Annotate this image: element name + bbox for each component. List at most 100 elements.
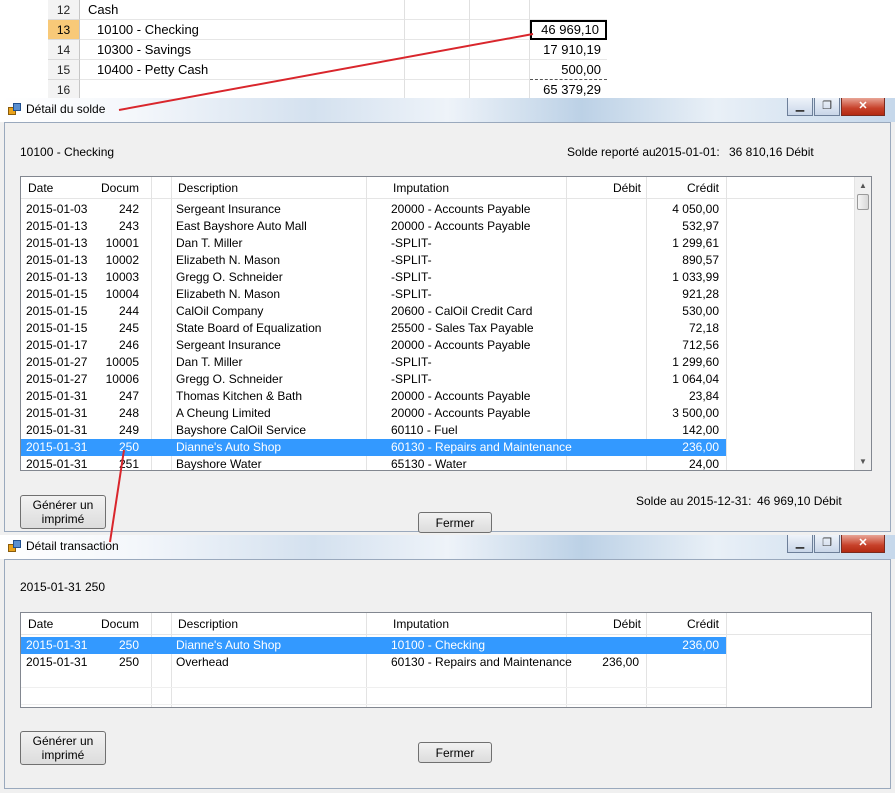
label-cell[interactable]: 10100 - Checking (80, 20, 405, 40)
row-header[interactable]: 16 (48, 80, 80, 100)
cell-doc: 10001 (105, 236, 139, 250)
cell-date: 2015-01-13 (26, 236, 88, 250)
title-bar[interactable]: Détail du solde ▁ ❐ ✕ (0, 98, 895, 122)
print-button[interactable]: Générer un imprimé (20, 495, 106, 529)
scroll-up-arrow-icon[interactable]: ▲ (855, 177, 871, 194)
sheet-row[interactable]: 13 10100 - Checking 46 969,10 (0, 20, 620, 40)
close-button[interactable]: Fermer (418, 742, 492, 763)
column-header-credit[interactable]: Crédit (651, 617, 719, 631)
cell-desc: Thomas Kitchen & Bath (176, 389, 303, 403)
cell-desc: Dan T. Miller (176, 236, 243, 250)
cell-date: 2015-01-15 (26, 304, 88, 318)
table-row[interactable]: 2015-01-15 245 State Board of Equalization… (21, 320, 726, 337)
value-cell[interactable]: 17 910,19 (530, 40, 607, 60)
label-cell[interactable] (80, 80, 405, 100)
cell-desc: Elizabeth N. Mason (176, 253, 281, 267)
close-window-button[interactable]: ✕ (841, 535, 885, 553)
column-header-doc[interactable]: Docum (91, 181, 139, 195)
column-header-debit[interactable]: Débit (581, 181, 641, 195)
table-row[interactable]: 2015-01-03 242 Sergeant Insurance 20000 - A… (21, 201, 726, 218)
scroll-down-arrow-icon[interactable]: ▼ (855, 453, 871, 470)
column-header-credit[interactable]: Crédit (651, 181, 719, 195)
table-row[interactable]: 2015-01-31 247 Thomas Kitchen & Bath 20000 … (21, 388, 726, 405)
empty-cell[interactable] (470, 20, 530, 40)
label-cell[interactable]: 10300 - Savings (80, 40, 405, 60)
value-cell[interactable]: 46 969,10 (530, 20, 607, 40)
cell-date: 2015-01-31 (26, 440, 88, 454)
value-cell[interactable] (530, 0, 607, 20)
empty-cell[interactable] (470, 40, 530, 60)
cell-doc: 250 (118, 440, 139, 454)
cell-desc: State Board of Equalization (176, 321, 322, 335)
column-header-date[interactable]: Date (28, 617, 53, 631)
title-bar[interactable]: Détail transaction ▁ ❐ ✕ (0, 535, 895, 559)
column-header-doc[interactable]: Docum (91, 617, 139, 631)
sheet-row[interactable]: 14 10300 - Savings 17 910,19 (0, 40, 620, 60)
grid-header: Date Docum Description Imputation Débit Crédi… (21, 613, 871, 635)
empty-cell[interactable] (405, 80, 470, 100)
column-header-desc[interactable]: Description (178, 181, 238, 195)
column-header-imput[interactable]: Imputation (393, 181, 449, 195)
empty-cell[interactable] (470, 80, 530, 100)
empty-cell[interactable] (405, 0, 470, 20)
cell-imput: 20000 - Accounts Payable (391, 389, 531, 403)
cell-date: 2015-01-31 (26, 638, 88, 652)
window-client: 2015-01-31 250 Date Docum Description Imput… (4, 559, 891, 789)
column-header-imput[interactable]: Imputation (393, 617, 449, 631)
window-client: 10100 - Checking Solde reporté au 2015-0… (4, 122, 891, 533)
column-header-desc[interactable]: Description (178, 617, 238, 631)
table-row[interactable]: 2015-01-17 246 Sergeant Insurance 20000 - A… (21, 337, 726, 354)
cell-doc: 250 (118, 638, 139, 652)
empty-cell[interactable] (470, 0, 530, 20)
sheet-row[interactable]: 16 65 379,29 (0, 80, 620, 100)
table-row[interactable]: 2015-01-13 10003 Gregg O. Schneider -SPLIT-… (21, 269, 726, 286)
transaction-detail-window: Détail transaction ▁ ❐ ✕ 2015-01-31 250 … (0, 535, 895, 793)
empty-cell[interactable] (470, 60, 530, 80)
row-header[interactable]: 14 (48, 40, 80, 60)
cell-imput: 60130 - Repairs and Maintenance (391, 440, 572, 454)
row-header[interactable]: 15 (48, 60, 80, 80)
close-button[interactable]: Fermer (418, 512, 492, 533)
transaction-lines-grid[interactable]: Date Docum Description Imputation Débit Crédi… (20, 612, 872, 708)
sheet-row[interactable]: 12 Cash (0, 0, 620, 20)
row-header[interactable]: 13 (48, 20, 80, 40)
close-window-button[interactable]: ✕ (841, 98, 885, 116)
print-button[interactable]: Générer un imprimé (20, 731, 106, 765)
minimize-button[interactable]: ▁ (787, 98, 813, 116)
label-cell[interactable]: 10400 - Petty Cash (80, 60, 405, 80)
table-row[interactable]: 2015-01-15 244 CalOil Company 20600 - CalOi… (21, 303, 726, 320)
table-row[interactable]: 2015-01-31 249 Bayshore CalOil Service 6011… (21, 422, 726, 439)
empty-cell[interactable] (405, 60, 470, 80)
minimize-button[interactable]: ▁ (787, 535, 813, 553)
table-row[interactable]: 2015-01-31 250 Dianne's Auto Shop 10100 - C… (21, 637, 726, 654)
table-row[interactable]: 2015-01-27 10006 Gregg O. Schneider -SPLIT-… (21, 371, 726, 388)
value-cell[interactable]: 65 379,29 (530, 80, 607, 100)
sheet-row[interactable]: 15 10400 - Petty Cash 500,00 (0, 60, 620, 80)
table-row[interactable]: 2015-01-27 10005 Dan T. Miller -SPLIT- 1 299… (21, 354, 726, 371)
table-row[interactable]: 2015-01-31 250 Dianne's Auto Shop 60130 - R… (21, 439, 726, 456)
column-header-debit[interactable]: Débit (581, 617, 641, 631)
table-row[interactable]: 2015-01-31 250 Overhead 60130 - Repairs and… (21, 654, 726, 671)
column-header-date[interactable]: Date (28, 181, 53, 195)
table-row[interactable]: 2015-01-31 248 A Cheung Limited 20000 - Acc… (21, 405, 726, 422)
row-header[interactable]: 12 (48, 0, 80, 20)
table-row[interactable]: 2015-01-31 251 Bayshore Water 65130 - Water… (21, 456, 726, 471)
empty-cell[interactable] (405, 40, 470, 60)
table-row[interactable]: 2015-01-13 243 East Bayshore Auto Mall 2000… (21, 218, 726, 235)
cell-credit: 236,00 (682, 440, 719, 454)
transactions-grid[interactable]: Date Docum Description Imputation Débit Crédi… (20, 176, 872, 471)
value-cell[interactable]: 500,00 (530, 60, 607, 80)
label-cell[interactable]: Cash (80, 0, 405, 20)
cell-doc: 249 (118, 423, 139, 437)
table-row[interactable]: 2015-01-13 10001 Dan T. Miller -SPLIT- 1 299… (21, 235, 726, 252)
close-button-label: Fermer (435, 745, 475, 760)
maximize-button[interactable]: ❐ (814, 535, 840, 553)
scroll-thumb[interactable] (857, 194, 869, 210)
maximize-button[interactable]: ❐ (814, 98, 840, 116)
table-row[interactable]: 2015-01-13 10002 Elizabeth N. Mason -SPLIT-… (21, 252, 726, 269)
cell-credit: 24,00 (688, 457, 719, 471)
cell-credit: 236,00 (682, 638, 719, 652)
empty-cell[interactable] (405, 20, 470, 40)
vertical-scrollbar[interactable]: ▲ ▼ (854, 177, 871, 470)
table-row[interactable]: 2015-01-15 10004 Elizabeth N. Mason -SPLIT-… (21, 286, 726, 303)
